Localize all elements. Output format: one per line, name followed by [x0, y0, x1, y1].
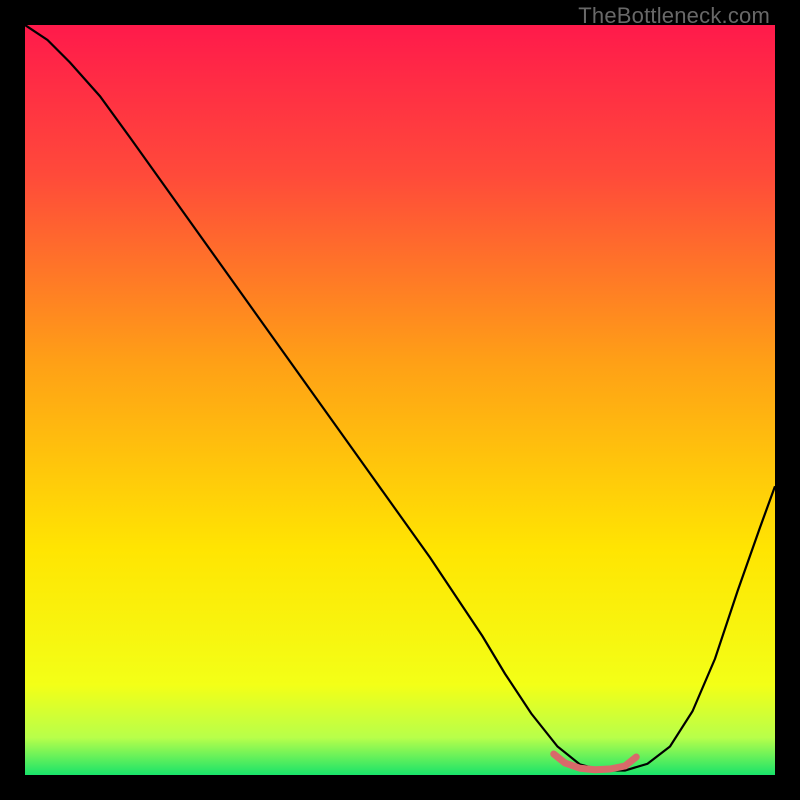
- chart-frame: [25, 25, 775, 775]
- chart-svg: [25, 25, 775, 775]
- gradient-background: [25, 25, 775, 775]
- watermark-text: TheBottleneck.com: [578, 3, 770, 29]
